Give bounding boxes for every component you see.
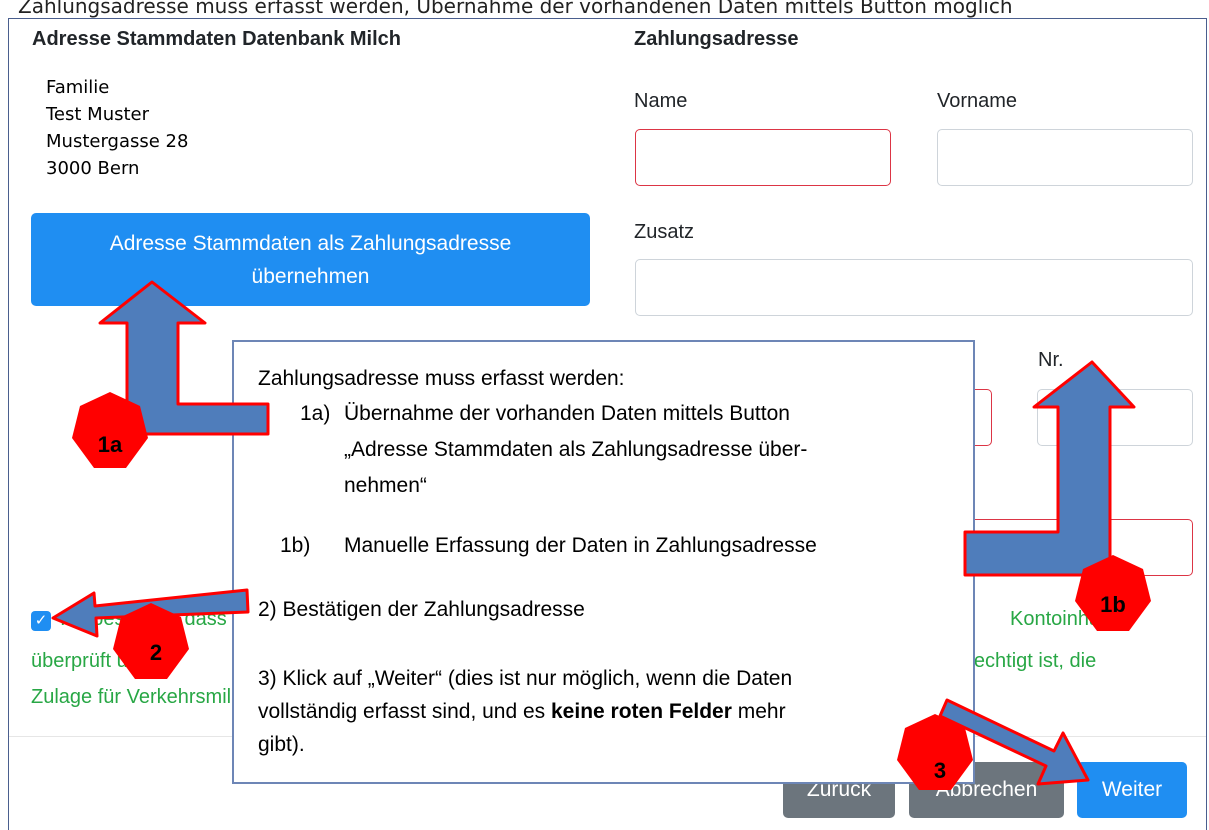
callout-item-text: „Adresse Stammdaten als Zahlungsadresse … (344, 438, 808, 461)
callout-item-text: Manuelle Erfassung der Daten in Zahlungs… (344, 534, 817, 557)
address-line: 3000 Bern (46, 158, 140, 179)
instruction-callout: Zahlungsadresse muss erfasst werden: 1a)… (232, 340, 975, 784)
callout-item-text: gibt). (258, 733, 305, 756)
name-input[interactable] (635, 129, 891, 186)
address-line: Test Muster (46, 104, 150, 125)
stammdaten-address: Familie Test Muster Mustergasse 28 3000 … (46, 74, 188, 182)
vorname-input[interactable] (937, 129, 1193, 186)
address-line: Familie (46, 77, 110, 98)
callout-item-text: vollständig erfasst sind, und es keine r… (258, 695, 786, 728)
zusatz-input[interactable] (635, 259, 1193, 316)
confirm-text-fragment: Ich bestätige, dass (60, 608, 227, 630)
confirm-text-fragment: überprüft und (31, 650, 150, 672)
name-label: Name (634, 90, 688, 112)
callout-text-part: vollständig erfasst sind, und es (258, 700, 551, 723)
top-caption-cut: Zahlungsadresse muss erfasst werden, Übe… (18, 0, 1013, 18)
stammdaten-heading: Adresse Stammdaten Datenbank Milch (32, 28, 401, 50)
callout-item-number: 1a) (300, 402, 331, 425)
callout-item-text: 3) Klick auf „Weiter“ (dies ist nur mögl… (258, 667, 793, 690)
ort-input[interactable] (960, 519, 1193, 576)
callout-emphasis: keine roten Felder (551, 700, 732, 723)
callout-item-text: Übernahme der vorhanden Daten mittels Bu… (344, 402, 790, 425)
next-button[interactable]: Weiter (1077, 762, 1187, 818)
nr-input[interactable] (1037, 389, 1193, 446)
address-line: Mustergasse 28 (46, 131, 189, 152)
nr-label: Nr. (1038, 349, 1064, 371)
callout-intro: Zahlungsadresse muss erfasst werden: (258, 367, 625, 390)
confirm-text-fragment: Kontoinhaber (1010, 608, 1129, 630)
copy-address-button[interactable]: Adresse Stammdaten als Zahlungsadresse ü… (31, 213, 590, 306)
zahlungsadresse-heading: Zahlungsadresse (634, 28, 799, 50)
confirm-text-fragment: Zulage für Verkehrsmilch (31, 686, 253, 708)
zusatz-label: Zusatz (634, 221, 695, 243)
vorname-label: Vorname (937, 90, 1018, 112)
confirm-checkbox[interactable]: ✓ (31, 611, 51, 631)
callout-text-part: mehr (731, 700, 786, 723)
callout-item-number: 1b) (280, 534, 311, 557)
callout-item-text: 2) Bestätigen der Zahlungsadresse (258, 598, 585, 621)
callout-item-text: nehmen“ (344, 474, 427, 497)
